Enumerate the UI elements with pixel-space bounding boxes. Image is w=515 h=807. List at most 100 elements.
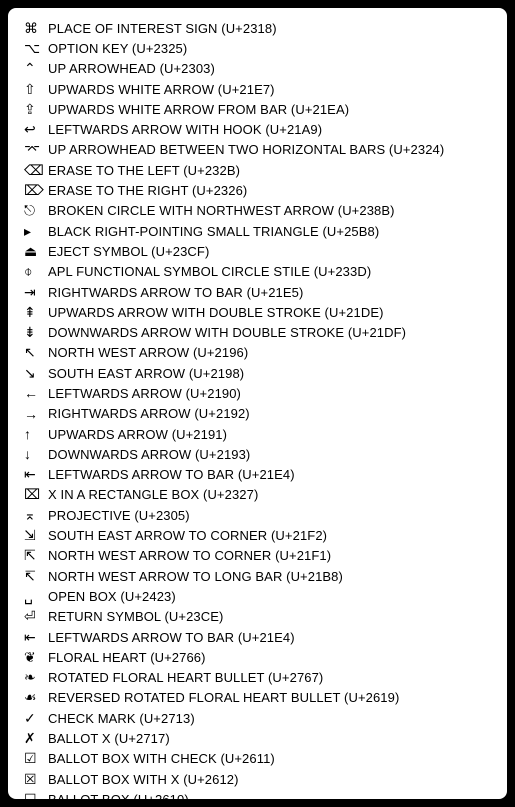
character-list-window: ⌘PLACE OF INTEREST SIGN (U+2318)⌥OPTION … xyxy=(8,8,507,799)
list-item: ↖NORTH WEST ARROW (U+2196) xyxy=(20,343,495,363)
list-item: ⏏EJECT SYMBOL (U+23CF) xyxy=(20,241,495,261)
glyph-icon: ☒ xyxy=(20,771,48,788)
glyph-label: ERASE TO THE RIGHT (U+2326) xyxy=(48,183,247,198)
glyph-label: OPEN BOX (U+2423) xyxy=(48,589,176,604)
list-item: ␣OPEN BOX (U+2423) xyxy=(20,586,495,606)
list-item: ⇧UPWARDS WHITE ARROW (U+21E7) xyxy=(20,79,495,99)
glyph-label: PLACE OF INTEREST SIGN (U+2318) xyxy=(48,21,277,36)
glyph-label: FLORAL HEART (U+2766) xyxy=(48,650,206,665)
list-item: ↸NORTH WEST ARROW TO LONG BAR (U+21B8) xyxy=(20,566,495,586)
glyph-label: RIGHTWARDS ARROW TO BAR (U+21E5) xyxy=(48,285,303,300)
glyph-label: LEFTWARDS ARROW WITH HOOK (U+21A9) xyxy=(48,122,322,137)
glyph-icon: ↑ xyxy=(20,426,48,442)
glyph-icon: ⇞ xyxy=(20,304,48,321)
glyph-label: OPTION KEY (U+2325) xyxy=(48,41,187,56)
list-item: ↩LEFTWARDS ARROW WITH HOOK (U+21A9) xyxy=(20,119,495,139)
glyph-label: APL FUNCTIONAL SYMBOL CIRCLE STILE (U+23… xyxy=(48,264,371,279)
glyph-label: CHECK MARK (U+2713) xyxy=(48,711,195,726)
list-item: ⌽APL FUNCTIONAL SYMBOL CIRCLE STILE (U+2… xyxy=(20,262,495,282)
glyph-icon: → xyxy=(20,406,48,422)
glyph-icon: ⌅ xyxy=(20,507,48,524)
list-item: ↓DOWNWARDS ARROW (U+2193) xyxy=(20,444,495,464)
glyph-icon: ⌽ xyxy=(20,263,48,280)
list-item: ⇲SOUTH EAST ARROW TO CORNER (U+21F2) xyxy=(20,525,495,545)
glyph-label: ROTATED FLORAL HEART BULLET (U+2767) xyxy=(48,670,323,685)
glyph-icon: ⌤ xyxy=(20,141,48,158)
glyph-icon: ⎋ xyxy=(20,202,48,219)
glyph-label: LEFTWARDS ARROW TO BAR (U+21E4) xyxy=(48,467,295,482)
list-item: ⇥RIGHTWARDS ARROW TO BAR (U+21E5) xyxy=(20,282,495,302)
list-item: ✓CHECK MARK (U+2713) xyxy=(20,708,495,728)
glyph-label: DOWNWARDS ARROW (U+2193) xyxy=(48,447,250,462)
glyph-label: BROKEN CIRCLE WITH NORTHWEST ARROW (U+23… xyxy=(48,203,395,218)
glyph-icon: ⇪ xyxy=(20,101,48,118)
list-item: ⌥OPTION KEY (U+2325) xyxy=(20,38,495,58)
glyph-label: EJECT SYMBOL (U+23CF) xyxy=(48,244,209,259)
list-item: ⇪UPWARDS WHITE ARROW FROM BAR (U+21EA) xyxy=(20,99,495,119)
list-item: →RIGHTWARDS ARROW (U+2192) xyxy=(20,404,495,424)
list-item: ⎋BROKEN CIRCLE WITH NORTHWEST ARROW (U+2… xyxy=(20,201,495,221)
list-item: ⌫ERASE TO THE LEFT (U+232B) xyxy=(20,160,495,180)
glyph-icon: ☙ xyxy=(20,689,48,706)
list-item: ⇤LEFTWARDS ARROW TO BAR (U+21E4) xyxy=(20,465,495,485)
list-item: ⌅PROJECTIVE (U+2305) xyxy=(20,505,495,525)
glyph-label: SOUTH EAST ARROW TO CORNER (U+21F2) xyxy=(48,528,327,543)
glyph-icon: ⇱ xyxy=(20,547,48,564)
glyph-icon: ⇤ xyxy=(20,466,48,483)
glyph-label: LEFTWARDS ARROW TO BAR (U+21E4) xyxy=(48,630,295,645)
glyph-label: UP ARROWHEAD (U+2303) xyxy=(48,61,215,76)
list-item: ❦FLORAL HEART (U+2766) xyxy=(20,647,495,667)
list-item: ✗BALLOT X (U+2717) xyxy=(20,728,495,748)
glyph-icon: ✓ xyxy=(20,710,48,727)
glyph-label: UPWARDS ARROW (U+2191) xyxy=(48,427,227,442)
glyph-icon: ↸ xyxy=(20,568,48,585)
glyph-label: UPWARDS ARROW WITH DOUBLE STROKE (U+21DE… xyxy=(48,305,384,320)
glyph-icon: ⌧ xyxy=(20,486,48,503)
glyph-icon: ⇟ xyxy=(20,324,48,341)
glyph-icon: ␣ xyxy=(20,588,48,605)
glyph-label: DOWNWARDS ARROW WITH DOUBLE STROKE (U+21… xyxy=(48,325,406,340)
glyph-icon: ↖ xyxy=(20,344,48,361)
glyph-icon: ☐ xyxy=(20,791,48,799)
glyph-icon: ⇧ xyxy=(20,81,48,98)
list-item: ⌦ERASE TO THE RIGHT (U+2326) xyxy=(20,180,495,200)
list-item: ↑UPWARDS ARROW (U+2191) xyxy=(20,424,495,444)
list-item: ⇟DOWNWARDS ARROW WITH DOUBLE STROKE (U+2… xyxy=(20,322,495,342)
list-item: ▸BLACK RIGHT-POINTING SMALL TRIANGLE (U+… xyxy=(20,221,495,241)
glyph-icon: ☑ xyxy=(20,750,48,767)
glyph-label: BALLOT BOX (U+2610) xyxy=(48,792,189,799)
glyph-icon: ⌦ xyxy=(20,182,48,199)
list-item: ☙REVERSED ROTATED FLORAL HEART BULLET (U… xyxy=(20,688,495,708)
glyph-label: BALLOT X (U+2717) xyxy=(48,731,170,746)
list-item: ☐BALLOT BOX (U+2610) xyxy=(20,789,495,799)
glyph-label: BALLOT BOX WITH X (U+2612) xyxy=(48,772,239,787)
glyph-label: X IN A RECTANGLE BOX (U+2327) xyxy=(48,487,258,502)
list-item: ⇱NORTH WEST ARROW TO CORNER (U+21F1) xyxy=(20,546,495,566)
list-item: ↘SOUTH EAST ARROW (U+2198) xyxy=(20,363,495,383)
glyph-icon: ⏎ xyxy=(20,608,48,625)
glyph-label: RIGHTWARDS ARROW (U+2192) xyxy=(48,406,250,421)
list-item: ⇞UPWARDS ARROW WITH DOUBLE STROKE (U+21D… xyxy=(20,302,495,322)
glyph-label: NORTH WEST ARROW TO LONG BAR (U+21B8) xyxy=(48,569,343,584)
glyph-label: BALLOT BOX WITH CHECK (U+2611) xyxy=(48,751,275,766)
glyph-icon: ← xyxy=(20,385,48,401)
list-item: ☑BALLOT BOX WITH CHECK (U+2611) xyxy=(20,749,495,769)
glyph-icon: ❧ xyxy=(20,669,48,686)
list-item: ⌃UP ARROWHEAD (U+2303) xyxy=(20,59,495,79)
list-item: ⌘PLACE OF INTEREST SIGN (U+2318) xyxy=(20,18,495,38)
glyph-label: UP ARROWHEAD BETWEEN TWO HORIZONTAL BARS… xyxy=(48,142,444,157)
list-item: ☒BALLOT BOX WITH X (U+2612) xyxy=(20,769,495,789)
list-item: ⇤LEFTWARDS ARROW TO BAR (U+21E4) xyxy=(20,627,495,647)
glyph-label: REVERSED ROTATED FLORAL HEART BULLET (U+… xyxy=(48,690,399,705)
glyph-icon: ⌥ xyxy=(20,40,48,57)
list-item: ❧ROTATED FLORAL HEART BULLET (U+2767) xyxy=(20,668,495,688)
list-item: ⏎RETURN SYMBOL (U+23CE) xyxy=(20,607,495,627)
glyph-icon: ⌘ xyxy=(20,20,48,37)
glyph-icon: ⇥ xyxy=(20,284,48,301)
glyph-label: SOUTH EAST ARROW (U+2198) xyxy=(48,366,244,381)
glyph-icon: ↓ xyxy=(20,446,48,462)
glyph-icon: ⏏ xyxy=(20,243,48,260)
glyph-icon: ⇤ xyxy=(20,629,48,646)
glyph-icon: ▸ xyxy=(20,223,48,240)
glyph-icon: ⌫ xyxy=(20,162,48,179)
